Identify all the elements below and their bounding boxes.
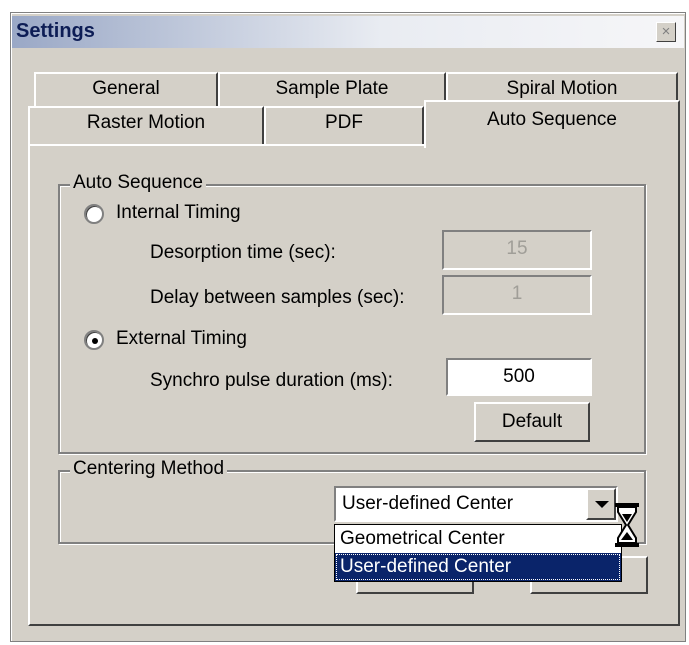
internal-timing-radio[interactable] (84, 204, 104, 224)
synchro-pulse-field[interactable]: 500 (446, 358, 592, 396)
title-bar[interactable] (12, 16, 684, 48)
centering-method-value: User-defined Center (342, 493, 514, 514)
tab-raster-motion[interactable]: Raster Motion (28, 106, 264, 146)
delay-between-samples-label: Delay between samples (sec): (150, 287, 405, 308)
tab-general[interactable]: General (34, 72, 218, 106)
option-geometrical-center[interactable]: Geometrical Center (335, 525, 621, 553)
centering-method-select[interactable]: User-defined Center (334, 486, 618, 522)
centering-method-legend: Centering Method (70, 458, 228, 480)
synchro-pulse-label: Synchro pulse duration (ms): (150, 370, 393, 391)
dropdown-arrow-button[interactable] (586, 488, 616, 520)
desorption-time-label: Desorption time (sec): (150, 242, 336, 263)
external-timing-label[interactable]: External Timing (116, 328, 247, 350)
option-user-defined-center[interactable]: User-defined Center (335, 553, 621, 581)
hourglass-icon (615, 503, 639, 547)
external-timing-radio[interactable] (84, 330, 104, 350)
tab-auto-sequence[interactable]: Auto Sequence (424, 100, 680, 148)
desorption-time-field[interactable]: 15 (442, 230, 592, 270)
delay-between-samples-field[interactable]: 1 (442, 275, 592, 315)
centering-method-dropdown-list: Geometrical Center User-defined Center (334, 524, 622, 582)
window-title: Settings (16, 20, 95, 42)
default-button[interactable]: Default (474, 402, 590, 442)
close-button[interactable]: × (656, 22, 676, 42)
internal-timing-label[interactable]: Internal Timing (116, 202, 241, 224)
tab-sample-plate[interactable]: Sample Plate (218, 72, 446, 106)
radio-selected-dot (92, 338, 98, 344)
auto-sequence-legend: Auto Sequence (70, 172, 206, 194)
tab-pdf[interactable]: PDF (264, 106, 424, 146)
chevron-down-icon (595, 501, 609, 508)
